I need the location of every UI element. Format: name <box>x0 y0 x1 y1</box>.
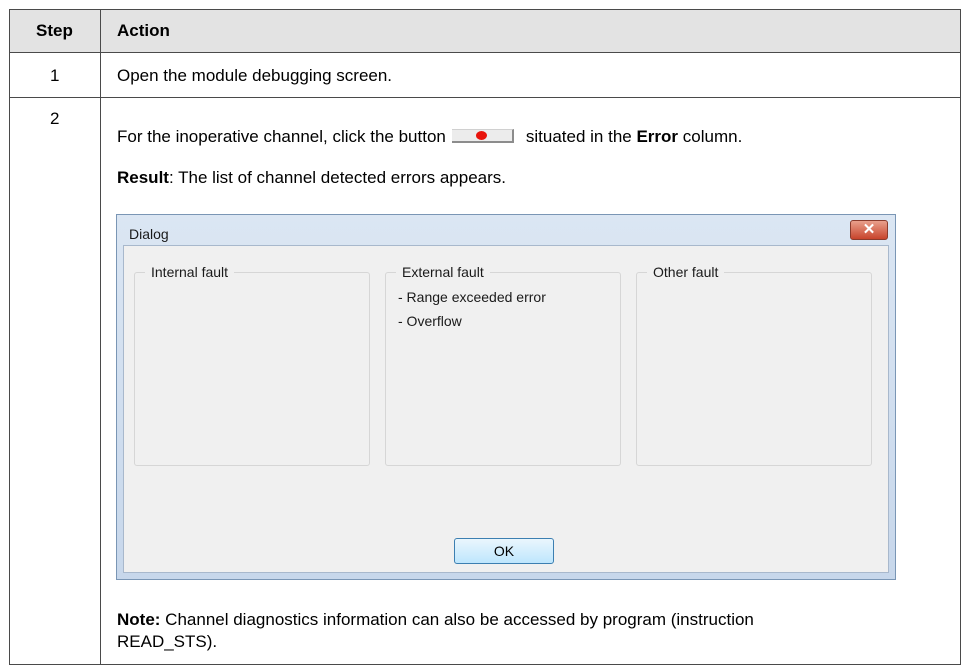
instruction-bold: Error <box>636 127 679 146</box>
fault-item: - Overflow <box>398 313 462 329</box>
step-text: Open the module debugging screen. <box>117 66 393 85</box>
note-line-1: Note: Channel diagnostics information ca… <box>117 609 754 631</box>
instruction-text-after: situated in the <box>525 127 632 146</box>
close-icon[interactable]: ✕ <box>850 220 888 240</box>
row-divider <box>10 97 960 98</box>
header-action: Action <box>117 21 170 40</box>
note-label: Note: <box>117 610 161 629</box>
group-title: Other fault <box>647 264 725 280</box>
note-text: Channel diagnostics information can also… <box>160 610 754 629</box>
note-line-2: READ_STS). <box>117 632 218 651</box>
group-title: External fault <box>396 264 490 280</box>
header-step: Step <box>36 21 73 40</box>
ok-button[interactable]: OK <box>454 538 554 564</box>
instruction-text: For the inoperative channel, click the b… <box>117 127 446 146</box>
dialog-title: Dialog <box>129 226 169 242</box>
fault-item: - Range exceeded error <box>398 289 546 305</box>
procedure-table: Step Action 1 Open the module debugging … <box>9 9 961 665</box>
error-indicator-icon <box>451 129 514 143</box>
instruction-end: column. <box>682 127 743 146</box>
row-divider <box>10 52 960 53</box>
group-title: Internal fault <box>145 264 235 280</box>
step-number: 1 <box>50 66 60 85</box>
result-text: : The list of channel detected errors ap… <box>168 168 507 187</box>
dialog-window: Dialog ✕ Internal fault External fault -… <box>116 214 896 580</box>
error-dot <box>475 131 487 140</box>
group-external-fault: External fault - Range exceeded error - … <box>385 264 621 466</box>
result-line: Result: The list of channel detected err… <box>117 167 506 189</box>
group-other-fault: Other fault <box>636 264 872 466</box>
column-divider <box>100 10 101 664</box>
dialog-body: Internal fault External fault - Range ex… <box>123 245 889 573</box>
step-instruction: For the inoperative channel, click the b… <box>117 126 742 148</box>
result-label: Result <box>117 168 169 187</box>
group-internal-fault: Internal fault <box>134 264 370 466</box>
step-number: 2 <box>50 109 60 128</box>
